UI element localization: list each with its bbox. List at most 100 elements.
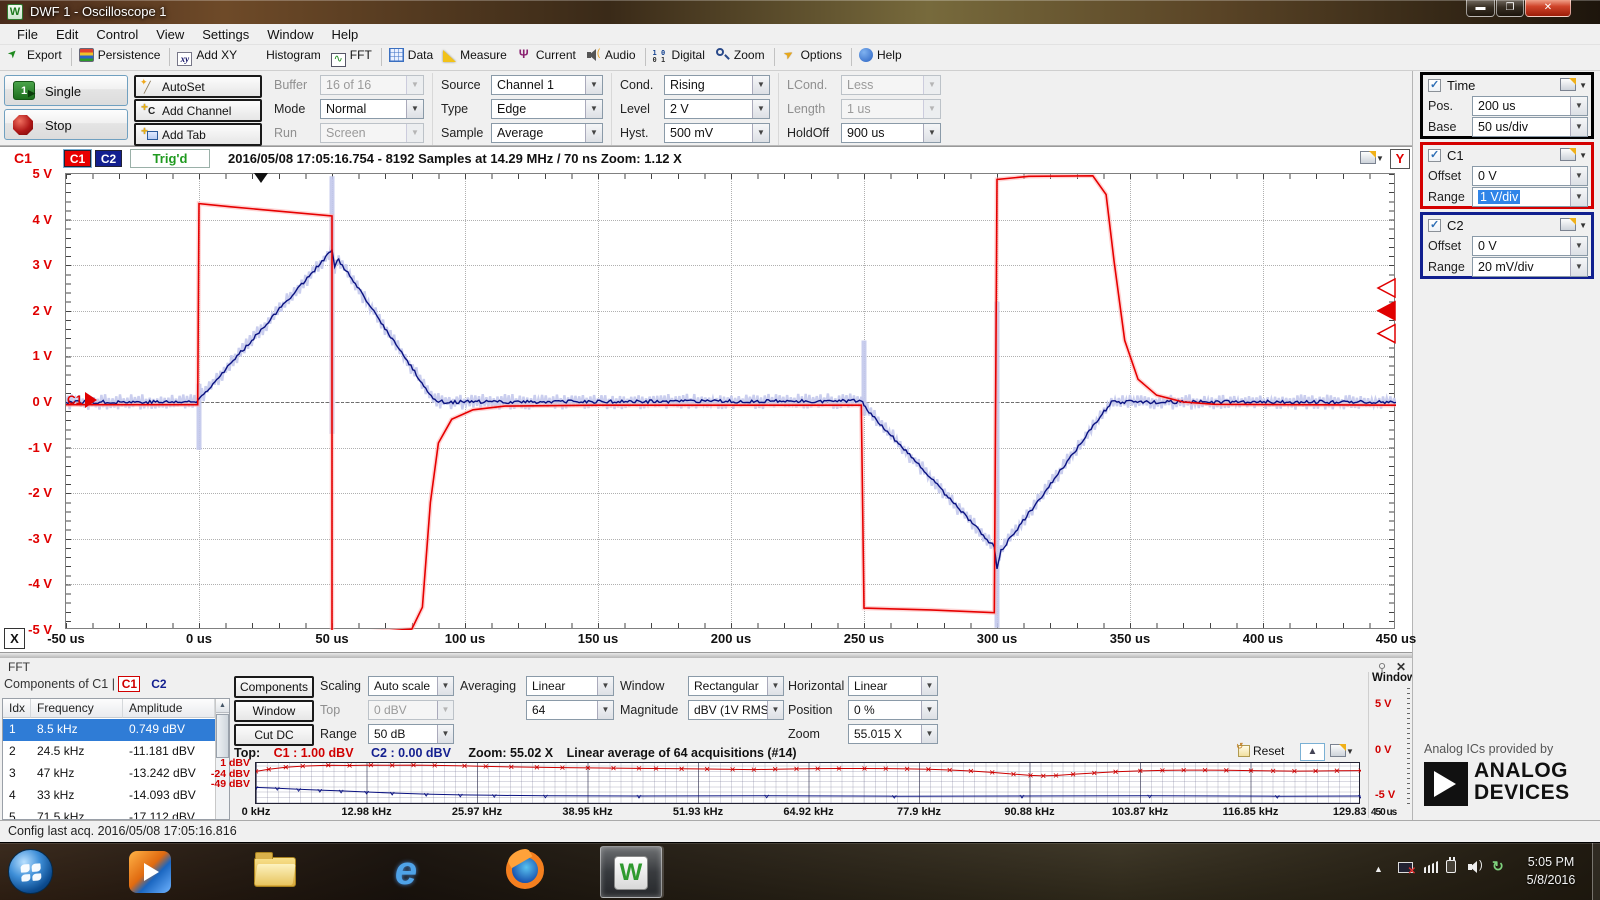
scrollbar-thumb[interactable]: [216, 714, 229, 758]
dropdown-arrow-icon[interactable]: ▼: [767, 677, 783, 695]
panel-menu-icon[interactable]: [1560, 218, 1576, 231]
dropdown-arrow-icon[interactable]: ▼: [1570, 187, 1587, 206]
dropdown-arrow-icon[interactable]: ▼: [752, 100, 769, 118]
dropdown-arrow-icon[interactable]: ▼: [1570, 166, 1587, 185]
time-pos-dropdown[interactable]: 200 us ▼: [1472, 95, 1588, 116]
show-desktop-button[interactable]: [1592, 843, 1600, 900]
dropdown-arrow-icon[interactable]: ▼: [585, 100, 602, 118]
fft-value-dropdown[interactable]: 64 ▼: [526, 700, 614, 720]
power-status-icon[interactable]: [1446, 857, 1456, 873]
table-row[interactable]: 4 33 kHz -14.093 dBV: [3, 785, 215, 807]
fft-tab-c1[interactable]: C1: [118, 676, 141, 692]
collapse-panel-button[interactable]: ▲: [1300, 743, 1325, 761]
table-row[interactable]: 1 8.5 kHz 0.749 dBV: [3, 719, 215, 741]
level-dropdown[interactable]: 2 V ▼: [664, 99, 770, 119]
fft-cut-dc-button[interactable]: Cut DC: [234, 724, 314, 746]
taskbar-waveforms-button[interactable]: W: [600, 846, 662, 898]
dropdown-arrow-icon[interactable]: ▼: [752, 76, 769, 94]
fft-tab-c2[interactable]: C2: [148, 677, 170, 691]
toolbar-fft-button[interactable]: FFT: [327, 45, 378, 69]
minimize-button[interactable]: ▬: [1466, 0, 1495, 17]
dropdown-arrow-icon[interactable]: ▼: [1570, 257, 1587, 276]
toolbar-add-xy-button[interactable]: xy Add XY: [173, 45, 243, 69]
channel-tab-c1[interactable]: C1: [63, 149, 92, 168]
cond-dropdown[interactable]: Rising ▼: [664, 75, 770, 95]
c2-enable-checkbox[interactable]: [1428, 218, 1441, 232]
panel-menu-icon[interactable]: [1560, 148, 1576, 161]
dropdown-arrow-icon[interactable]: ▼: [597, 677, 613, 695]
table-row[interactable]: 2 24.5 kHz -11.181 dBV: [3, 741, 215, 763]
c1-enable-checkbox[interactable]: [1428, 148, 1441, 162]
holdoff-dropdown[interactable]: 900 us ▼: [841, 123, 941, 143]
trigger-position-marker[interactable]: [254, 173, 268, 183]
stop-button[interactable]: Stop: [4, 109, 128, 140]
fft-zoom-dropdown[interactable]: 55.015 X ▼: [848, 724, 938, 744]
c1-zero-marker[interactable]: C1: [67, 392, 97, 408]
reset-button[interactable]: Reset: [1238, 744, 1284, 758]
fft-menu-button[interactable]: ▼: [1330, 744, 1354, 759]
dropdown-arrow-icon[interactable]: ▼: [585, 124, 602, 142]
menu-item-file[interactable]: File: [8, 24, 47, 45]
dropdown-arrow-icon[interactable]: ▼: [921, 701, 937, 719]
c1-range-dropdown[interactable]: 1 V/div ▼: [1472, 186, 1588, 207]
scroll-up-icon[interactable]: ▲: [216, 699, 229, 713]
mode-dropdown[interactable]: Normal ▼: [320, 99, 424, 119]
toolbar-current-button[interactable]: Current: [513, 45, 582, 69]
toolbar-help-button[interactable]: Help: [855, 45, 908, 69]
c2-offset-dropdown[interactable]: 0 V ▼: [1472, 235, 1588, 256]
toolbar-measure-button[interactable]: Measure: [439, 45, 513, 69]
dropdown-arrow-icon[interactable]: ▼: [1570, 96, 1587, 115]
c2-range-dropdown[interactable]: 20 mV/div ▼: [1472, 256, 1588, 277]
maximize-button[interactable]: ❐: [1496, 0, 1524, 17]
dropdown-arrow-icon[interactable]: ▼: [437, 677, 453, 695]
panel-menu-icon[interactable]: [1560, 78, 1576, 91]
toolbar-options-button[interactable]: Options: [778, 45, 848, 69]
toolbar-audio-button[interactable]: (Audio: [582, 45, 642, 69]
signal-strength-icon[interactable]: [1424, 861, 1438, 873]
dropdown-arrow-icon[interactable]: ▼: [597, 701, 613, 719]
start-button[interactable]: [8, 849, 53, 894]
dropdown-arrow-icon[interactable]: ▼: [921, 677, 937, 695]
add-channel-button[interactable]: Add Channel: [134, 99, 262, 122]
menu-item-view[interactable]: View: [147, 24, 193, 45]
dropdown-arrow-icon[interactable]: ▼: [406, 100, 423, 118]
menu-item-window[interactable]: Window: [258, 24, 322, 45]
toolbar-zoom-button[interactable]: Zoom: [711, 45, 771, 69]
dropdown-arrow-icon[interactable]: ▼: [923, 124, 940, 142]
fft-averaging-dropdown[interactable]: Linear ▼: [526, 676, 614, 696]
fft-range-dropdown[interactable]: 50 dB ▼: [368, 724, 454, 744]
toolbar-data-button[interactable]: Data: [385, 45, 439, 69]
taskbar-internet-explorer-icon[interactable]: e: [385, 851, 427, 893]
toolbar-histogram-button[interactable]: Histogram: [243, 45, 327, 69]
close-button[interactable]: ✕: [1525, 0, 1571, 17]
fft-scaling-dropdown[interactable]: Auto scale ▼: [368, 676, 454, 696]
taskbar-media-player-icon[interactable]: [129, 851, 171, 893]
table-row[interactable]: 5 71.5 kHz -17.112 dBV: [3, 807, 215, 819]
y-axis-button[interactable]: Y: [1390, 149, 1410, 169]
taskbar-firefox-icon[interactable]: [506, 851, 544, 889]
fft-window-dropdown[interactable]: Rectangular ▼: [688, 676, 784, 696]
fft-components-button[interactable]: Components: [234, 676, 314, 698]
fft-position-dropdown[interactable]: 0 % ▼: [848, 700, 938, 720]
plot-menu-button[interactable]: ▼: [1360, 151, 1384, 166]
fft-window-button[interactable]: Window: [234, 700, 314, 722]
dropdown-arrow-icon[interactable]: ▼: [585, 76, 602, 94]
dropdown-arrow-icon[interactable]: ▼: [767, 701, 783, 719]
scope-plot-area[interactable]: [65, 173, 1396, 630]
time-enable-checkbox[interactable]: [1428, 78, 1441, 92]
time-base-dropdown[interactable]: 50 us/div ▼: [1472, 116, 1588, 137]
sync-tray-icon[interactable]: ↻: [1492, 858, 1504, 875]
menu-item-control[interactable]: Control: [87, 24, 147, 45]
menu-item-settings[interactable]: Settings: [193, 24, 258, 45]
sample-dropdown[interactable]: Average ▼: [491, 123, 603, 143]
toolbar-persistence-button[interactable]: Persistence: [75, 45, 167, 69]
type-dropdown[interactable]: Edge ▼: [491, 99, 603, 119]
close-panel-icon[interactable]: ✕: [1396, 660, 1408, 674]
network-status-icon[interactable]: [1398, 862, 1416, 877]
table-row[interactable]: 3 47 kHz -13.242 dBV: [3, 763, 215, 785]
fft-horizontal-dropdown[interactable]: Linear ▼: [848, 676, 938, 696]
taskbar-clock[interactable]: 5:05 PM 5/8/2016: [1512, 853, 1590, 889]
dropdown-arrow-icon[interactable]: ▼: [921, 725, 937, 743]
autoset-button[interactable]: AutoSet: [134, 75, 262, 98]
tray-expand-icon[interactable]: ▲: [1374, 864, 1383, 874]
